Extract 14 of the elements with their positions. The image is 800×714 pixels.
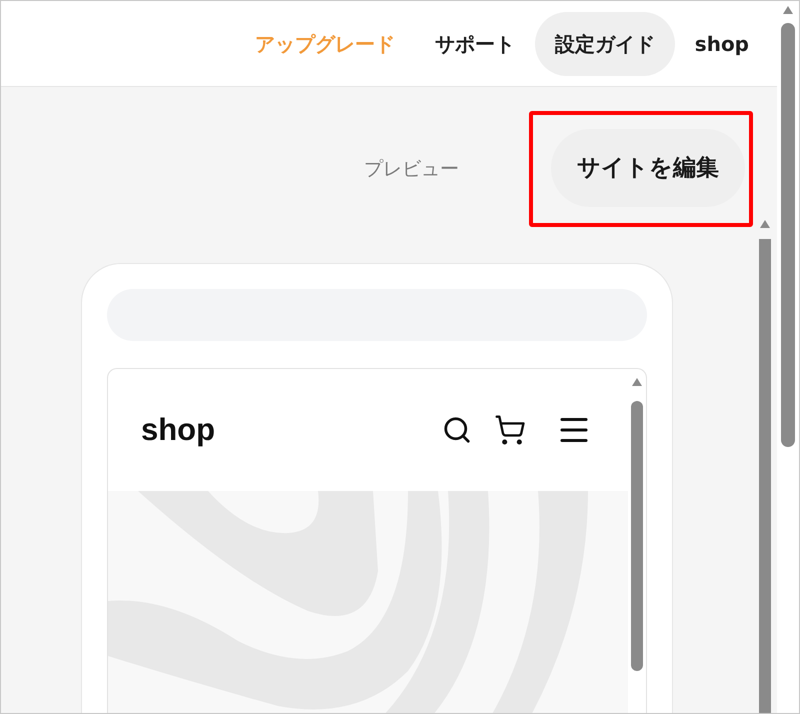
scrollbar-thumb[interactable] (781, 23, 795, 447)
edit-site-button[interactable]: サイトを編集 (551, 129, 745, 207)
scrollbar-thumb[interactable] (631, 401, 643, 671)
nav-link[interactable]: shop (674, 12, 769, 76)
scroll-up-arrow-icon[interactable] (782, 5, 794, 15)
preview-label[interactable]: プレビュー (364, 154, 459, 184)
cart-icon[interactable] (494, 414, 526, 446)
nav-link[interactable]: サポート (414, 12, 535, 76)
search-icon[interactable] (442, 415, 472, 445)
site-logo[interactable]: shop (141, 406, 216, 454)
scroll-up-arrow-icon[interactable] (759, 219, 771, 229)
scrollbar-thumb[interactable] (759, 239, 771, 713)
scroll-up-arrow-icon[interactable] (631, 377, 643, 387)
nav-link[interactable]: 設定ガイド (534, 12, 675, 76)
